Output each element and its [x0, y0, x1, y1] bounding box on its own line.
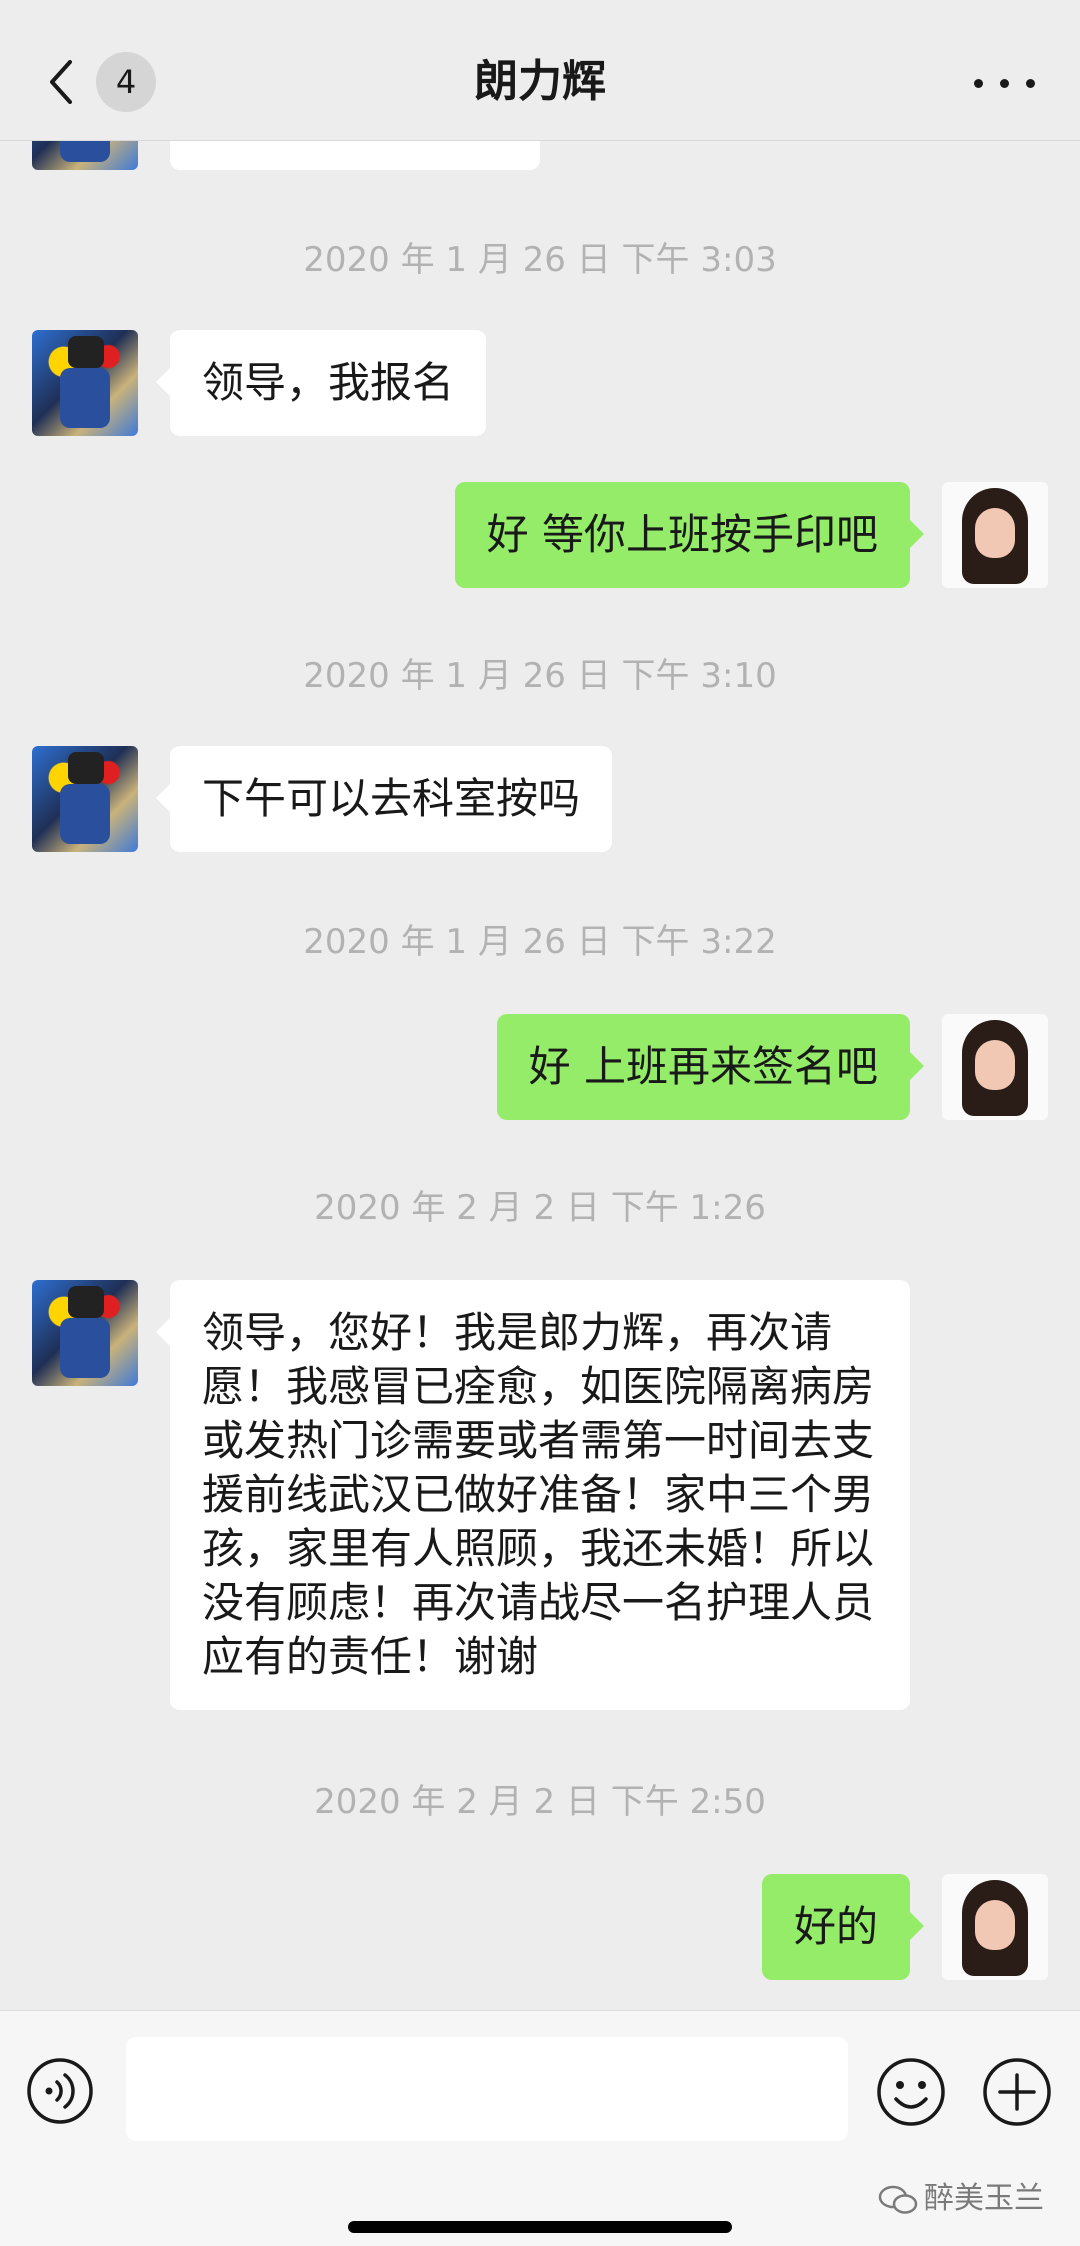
- more-dots-icon: [1026, 79, 1035, 88]
- more-dots-icon: [1000, 79, 1009, 88]
- emoji-button[interactable]: [876, 2057, 946, 2127]
- voice-button[interactable]: [26, 2057, 94, 2125]
- timestamp: 2020 年 1 月 26 日 下午 3:10: [303, 656, 777, 696]
- message-bubble-outgoing[interactable]: 好 上班再来签名吧: [496, 1014, 925, 1120]
- contact-avatar[interactable]: [32, 330, 138, 436]
- message-input[interactable]: [126, 2037, 848, 2141]
- avatar-figure-body: [60, 784, 110, 844]
- chat-title: 朗力辉: [474, 56, 606, 107]
- home-indicator[interactable]: [348, 2221, 732, 2233]
- plus-icon: [983, 2058, 1051, 2126]
- more-dots-icon: [974, 79, 983, 88]
- contact-avatar[interactable]: [32, 1280, 138, 1386]
- avatar-figure-head: [68, 752, 104, 784]
- wechat-icon: [878, 2185, 918, 2214]
- input-bar: 醉美玉兰: [0, 2010, 1080, 2246]
- unread-count-badge: 4: [96, 52, 156, 112]
- more-functions-button[interactable]: [982, 2057, 1052, 2127]
- message-bubble-incoming[interactable]: 领导，您好！我是郎力辉，再次请愿！我感冒已痊愈，如医院隔离病房或发热门诊需要或者…: [156, 1280, 910, 1710]
- contact-avatar[interactable]: [32, 746, 138, 852]
- avatar-figure-body: [60, 368, 110, 428]
- more-button[interactable]: [970, 58, 1040, 108]
- voice-icon: [27, 2058, 93, 2124]
- avatar-figure-head: [68, 1286, 104, 1318]
- message-bubble-outgoing[interactable]: 好的: [761, 1874, 925, 1980]
- nav-bar: 4 朗力辉: [0, 0, 1080, 141]
- avatar-figure-head: [68, 336, 104, 368]
- message-bubble-outgoing[interactable]: 好 等你上班按手印吧: [454, 482, 925, 588]
- watermark-text: 醉美玉兰: [924, 2181, 1044, 2216]
- back-button[interactable]: 4: [40, 50, 160, 114]
- avatar-face: [975, 1040, 1015, 1090]
- avatar-figure-body: [60, 1318, 110, 1378]
- message-list[interactable]: 2020 年 1 月 26 日 下午 3:03 领导，我报名 好 等你上班按手印…: [0, 0, 1080, 2010]
- my-avatar[interactable]: [942, 1874, 1048, 1980]
- my-avatar[interactable]: [942, 1014, 1048, 1120]
- chevron-left-icon: [50, 60, 72, 104]
- message-bubble-incoming[interactable]: 领导，我报名: [155, 330, 487, 436]
- avatar-face: [975, 508, 1015, 558]
- chat-screen: 2020 年 1 月 26 日 下午 3:03 领导，我报名 好 等你上班按手印…: [0, 0, 1080, 2246]
- watermark: 醉美玉兰: [878, 2181, 1044, 2217]
- my-avatar[interactable]: [942, 482, 1048, 588]
- timestamp: 2020 年 1 月 26 日 下午 3:03: [303, 240, 777, 280]
- emoji-icon: [877, 2058, 945, 2126]
- timestamp: 2020 年 2 月 2 日 下午 1:26: [314, 1188, 766, 1228]
- avatar-face: [975, 1900, 1015, 1950]
- timestamp: 2020 年 1 月 26 日 下午 3:22: [303, 922, 777, 962]
- timestamp: 2020 年 2 月 2 日 下午 2:50: [314, 1782, 766, 1822]
- message-bubble-incoming[interactable]: 下午可以去科室按吗: [155, 746, 613, 852]
